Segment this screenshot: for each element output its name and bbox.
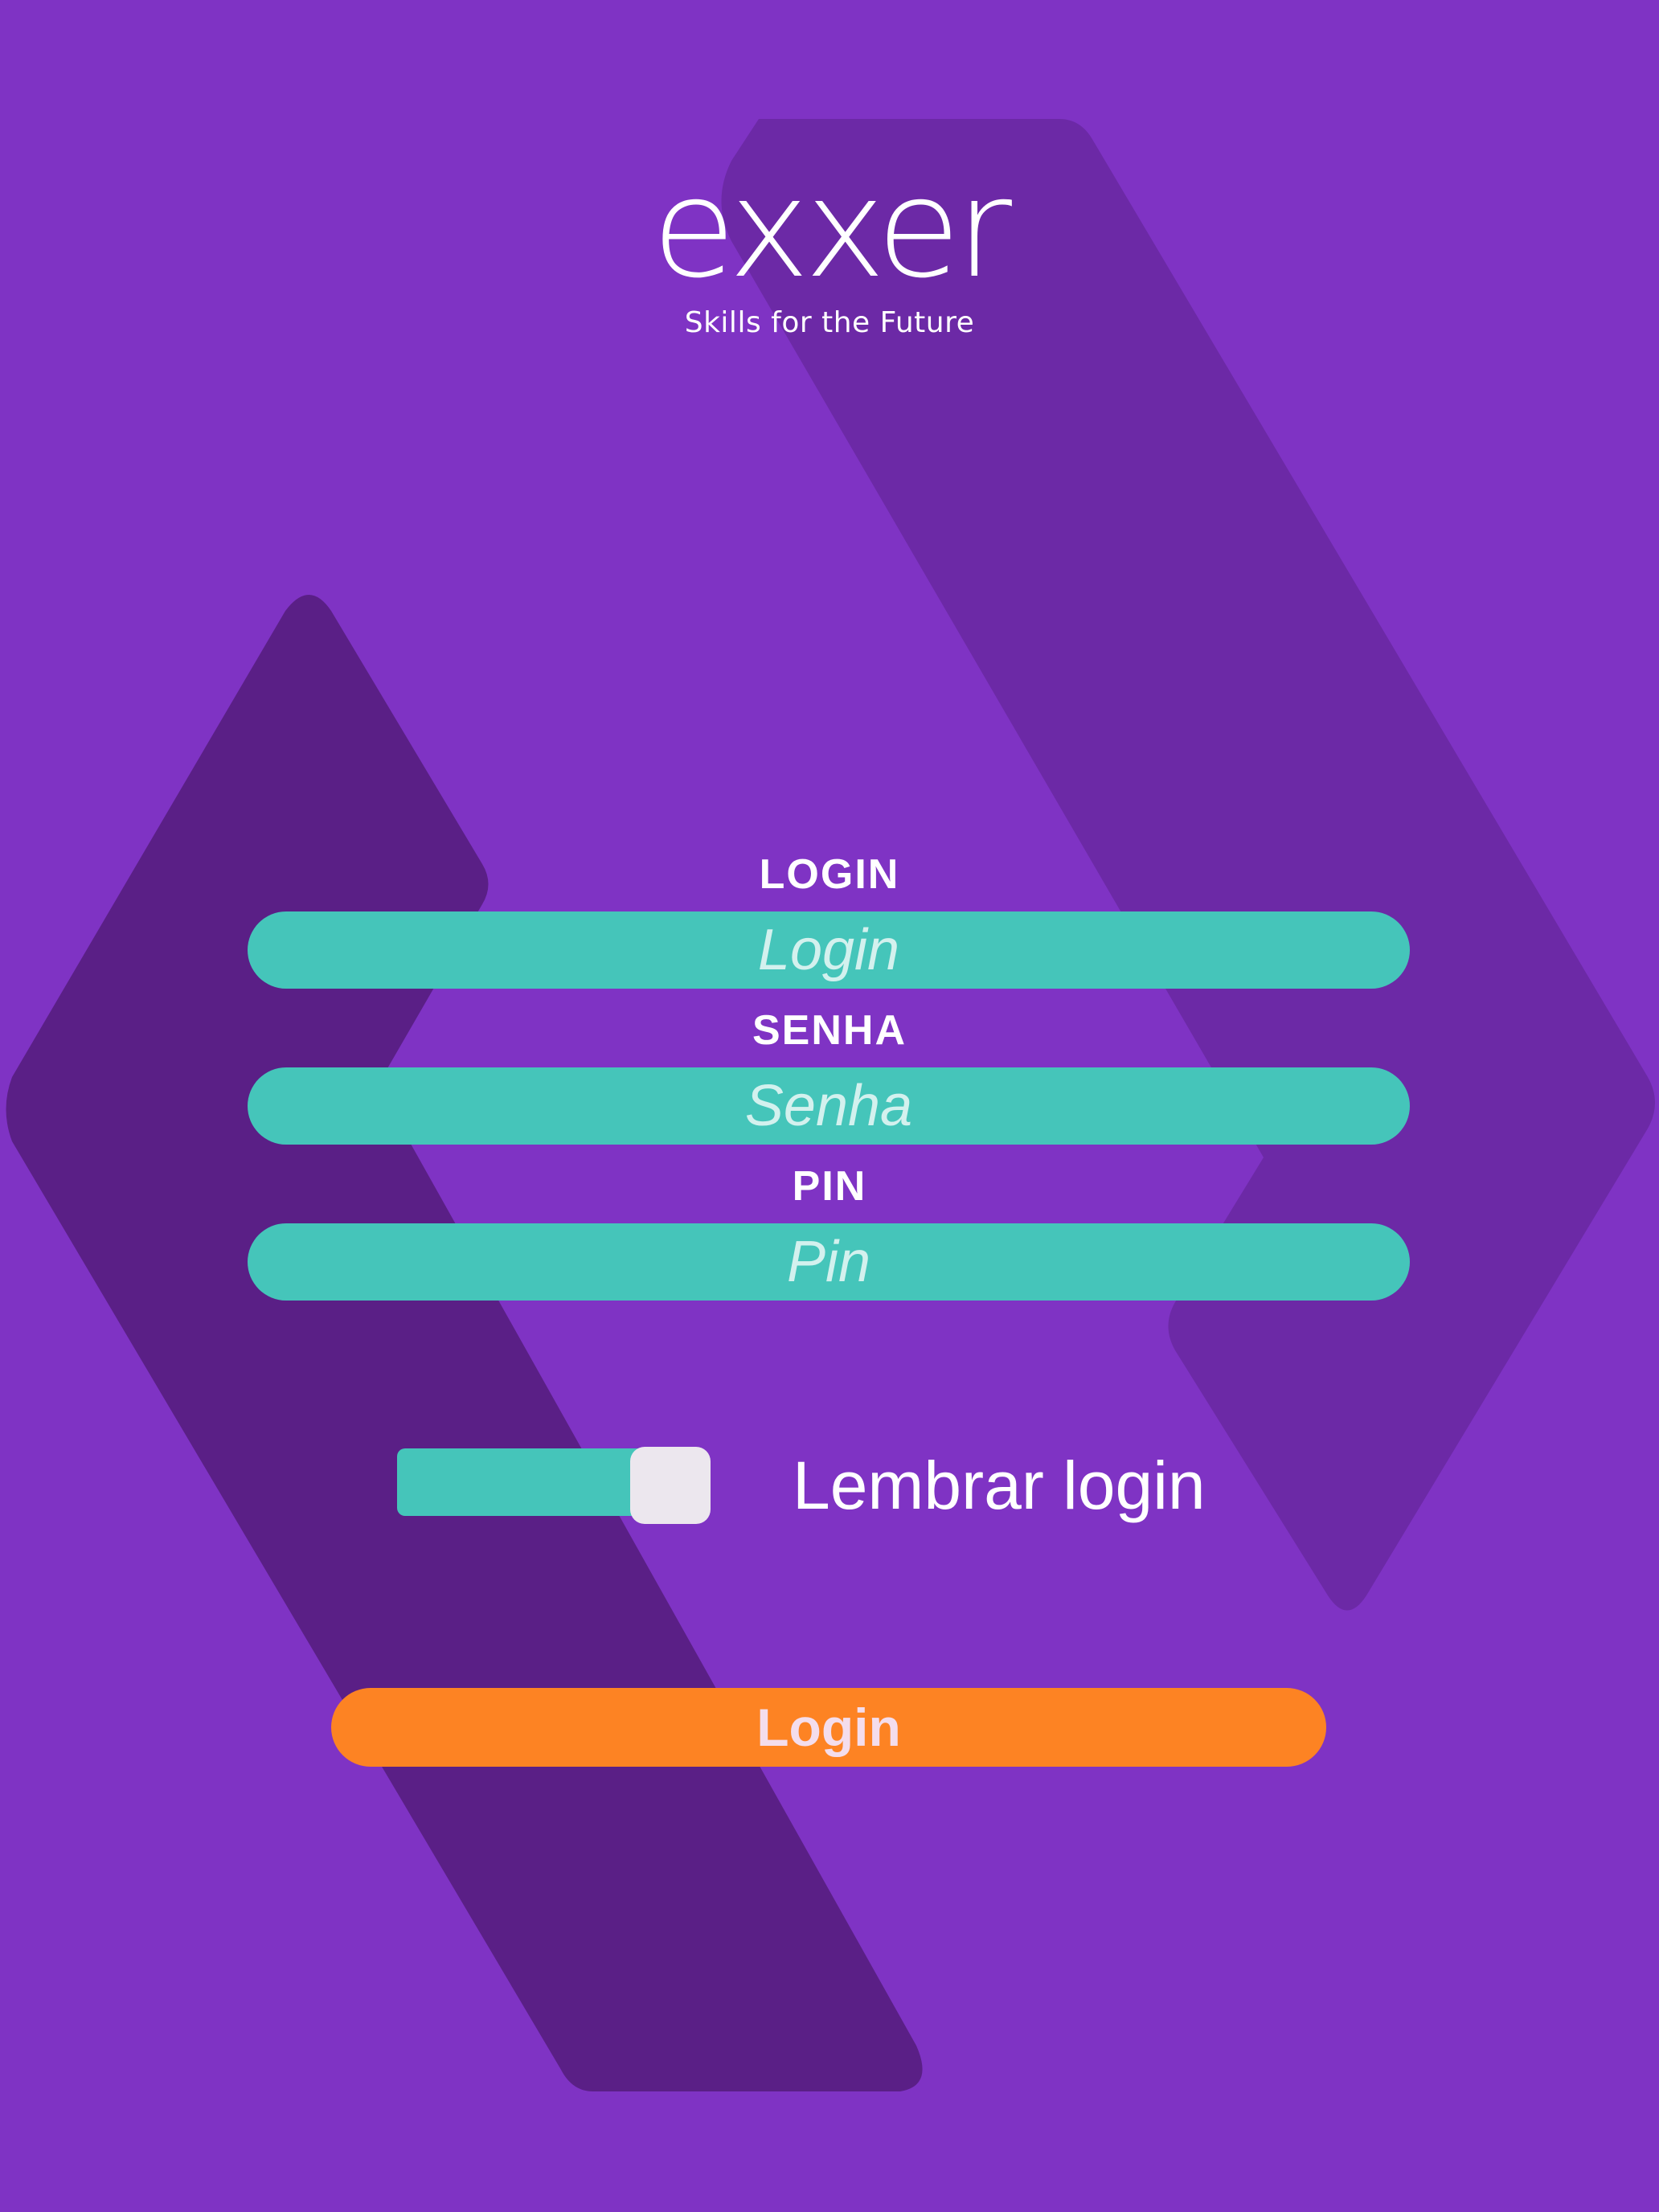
remember-login-label: Lembrar login [793,1448,1206,1523]
remember-login-toggle[interactable] [397,1447,711,1524]
toggle-thumb[interactable] [630,1447,711,1524]
toggle-track [397,1448,662,1516]
login-input[interactable] [248,911,1410,989]
login-button[interactable]: Login [331,1688,1326,1767]
pin-label: PIN [792,1163,867,1210]
logo-tagline: Skills for the Future [684,306,975,339]
logo-wordmark: exxer [651,150,1012,309]
password-input[interactable] [248,1067,1410,1145]
pin-input[interactable] [248,1223,1410,1301]
left-chevron-shape [6,595,923,2091]
exxer-logo: exxer Skills for the Future [0,161,1659,339]
login-label: LOGIN [759,851,900,898]
password-label: SENHA [752,1007,907,1054]
